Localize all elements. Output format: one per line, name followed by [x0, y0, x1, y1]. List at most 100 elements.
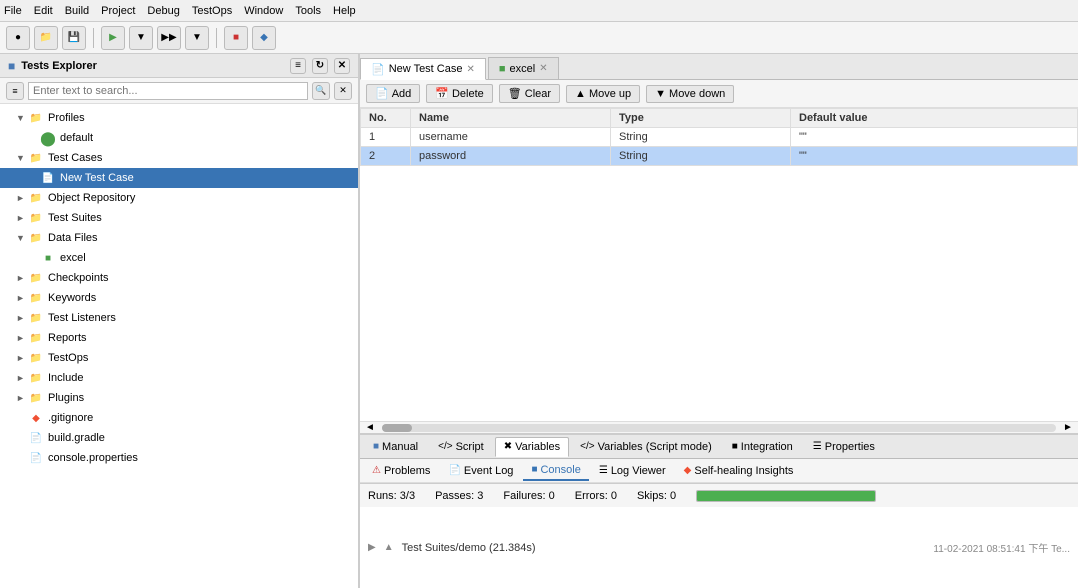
default-icon: ⬤ [40, 130, 56, 146]
menu-help[interactable]: Help [333, 5, 356, 17]
menu-debug[interactable]: Debug [147, 5, 179, 17]
tab-variables-script[interactable]: </> Variables (Script mode) [571, 437, 721, 457]
move-up-button[interactable]: ▲ Move up [566, 85, 640, 103]
cell-name: username [411, 128, 611, 147]
tab-script[interactable]: </> Script [429, 437, 493, 457]
tree-item-test-listeners[interactable]: ► 📁 Test Listeners [0, 308, 358, 328]
tree-item-console-properties[interactable]: 📄 console.properties [0, 448, 358, 468]
tree-item-gitignore[interactable]: ◆ .gitignore [0, 408, 358, 428]
test-cases-label: Test Cases [48, 152, 102, 164]
tree-item-testops[interactable]: ► 📁 TestOps [0, 348, 358, 368]
tree-item-plugins[interactable]: ► 📁 Plugins [0, 388, 358, 408]
build-gradle-icon: 📄 [28, 430, 44, 446]
test-listeners-label: Test Listeners [48, 312, 116, 324]
panel-close-btn[interactable]: ✕ [334, 58, 350, 74]
menu-window[interactable]: Window [244, 5, 283, 17]
bottom-panel: ■ Manual </> Script ✖ Variables </> Vari… [360, 433, 1078, 588]
tab-log-viewer[interactable]: ☰ Log Viewer [591, 462, 674, 480]
tab-excel[interactable]: ■ excel ✕ [488, 57, 559, 79]
menu-file[interactable]: File [4, 5, 22, 17]
tab-problems[interactable]: ⚠ Problems [364, 462, 438, 480]
tab-event-log[interactable]: 📄 Event Log [440, 462, 521, 480]
menu-build[interactable]: Build [65, 5, 89, 17]
tree-item-include[interactable]: ► 📁 Include [0, 368, 358, 388]
tree-item-reports[interactable]: ► 📁 Reports [0, 328, 358, 348]
keywords-arrow: ► [16, 293, 28, 303]
expand-all-btn[interactable]: ≡ [6, 82, 24, 100]
panel-sync-btn[interactable]: ↻ [312, 58, 328, 74]
tree-item-test-suites[interactable]: ► 📁 Test Suites [0, 208, 358, 228]
tab-new-test-case[interactable]: 📄 New Test Case ✕ [360, 58, 486, 80]
excel-label: excel [60, 252, 86, 264]
parameters-table-container: No. Name Type Default value 1 username S… [360, 108, 1078, 421]
tab-new-test-case-close[interactable]: ✕ [466, 64, 474, 75]
build-gradle-label: build.gradle [48, 432, 105, 444]
toolbar-debug[interactable]: ▶▶ [157, 26, 181, 50]
object-repository-arrow: ► [16, 193, 28, 203]
include-arrow: ► [16, 373, 28, 383]
tree-item-test-cases[interactable]: ▼ 📁 Test Cases [0, 148, 358, 168]
search-icon[interactable]: 🔍 [312, 82, 330, 100]
test-listeners-arrow: ► [16, 313, 28, 323]
tree-item-data-files[interactable]: ▼ 📁 Data Files [0, 228, 358, 248]
tab-integration[interactable]: ■ Integration [723, 437, 802, 457]
table-row[interactable]: 2 password String "" [361, 147, 1078, 166]
menu-tools[interactable]: Tools [295, 5, 321, 17]
move-up-icon: ▲ [575, 88, 586, 100]
scroll-right-btn[interactable]: ► [1058, 422, 1078, 433]
tree-item-excel[interactable]: ■ excel [0, 248, 358, 268]
tab-self-healing[interactable]: ◆ Self-healing Insights [676, 462, 802, 480]
move-down-button[interactable]: ▼ Move down [646, 85, 734, 103]
toolbar-debug-dropdown[interactable]: ▼ [185, 26, 209, 50]
tree-content: ▼ 📁 Profiles ⬤ default ▼ 📁 Test Cases 📄 … [0, 104, 358, 588]
test-cases-arrow: ▼ [16, 153, 28, 163]
skips-label: Skips: 0 [637, 490, 676, 502]
delete-button[interactable]: 📅 Delete [426, 84, 493, 103]
cell-no: 2 [361, 147, 411, 166]
keywords-folder-icon: 📁 [28, 290, 44, 306]
tab-properties[interactable]: ☰ Properties [804, 437, 884, 457]
h-scrollbar[interactable]: ◄ ► [360, 421, 1078, 433]
menu-testops[interactable]: TestOps [192, 5, 232, 17]
log-arrow: ▶ [368, 542, 376, 553]
search-input[interactable] [28, 82, 308, 100]
scroll-left-btn[interactable]: ◄ [360, 422, 380, 433]
clear-button[interactable]: 🗑 Clear [499, 84, 560, 103]
tab-manual[interactable]: ■ Manual [364, 437, 427, 457]
menu-project[interactable]: Project [101, 5, 135, 17]
tree-item-profiles[interactable]: ▼ 📁 Profiles [0, 108, 358, 128]
variables-script-label: Variables (Script mode) [598, 441, 712, 453]
menu-edit[interactable]: Edit [34, 5, 53, 17]
content-toolbar: 📄 Add 📅 Delete 🗑 Clear ▲ Move up ▼ Move … [360, 80, 1078, 108]
tree-item-new-test-case[interactable]: 📄 New Test Case [0, 168, 358, 188]
toolbar-save[interactable]: 💾 [62, 26, 86, 50]
tab-excel-close[interactable]: ✕ [539, 63, 547, 74]
tree-item-build-gradle[interactable]: 📄 build.gradle [0, 428, 358, 448]
properties-label: Properties [825, 441, 875, 453]
tree-item-default[interactable]: ⬤ default [0, 128, 358, 148]
tree-item-checkpoints[interactable]: ► 📁 Checkpoints [0, 268, 358, 288]
toolbar-stop[interactable]: ■ [224, 26, 248, 50]
tree-item-keywords[interactable]: ► 📁 Keywords [0, 288, 358, 308]
move-down-icon: ▼ [655, 88, 666, 100]
include-label: Include [48, 372, 83, 384]
tab-variables[interactable]: ✖ Variables [495, 437, 569, 457]
toolbar-run[interactable]: ▶ [101, 26, 125, 50]
panel-collapse-btn[interactable]: ≡ [290, 58, 306, 74]
toolbar-new[interactable]: ● [6, 26, 30, 50]
test-suites-arrow: ► [16, 213, 28, 223]
test-cases-folder-icon: 📁 [28, 150, 44, 166]
tab-bar: 📄 New Test Case ✕ ■ excel ✕ [360, 54, 1078, 80]
keywords-label: Keywords [48, 292, 96, 304]
toolbar-open[interactable]: 📁 [34, 26, 58, 50]
tab-console[interactable]: ■ Console [523, 461, 588, 481]
toolbar-run-dropdown[interactable]: ▼ [129, 26, 153, 50]
progress-bar [696, 490, 876, 502]
reports-label: Reports [48, 332, 87, 344]
tree-item-object-repository[interactable]: ► 📁 Object Repository [0, 188, 358, 208]
clear-search-btn[interactable]: ✕ [334, 82, 352, 100]
main-container: ■ Tests Explorer ≡ ↻ ✕ ≡ 🔍 ✕ ▼ 📁 Profile… [0, 54, 1078, 588]
add-button[interactable]: 📄 Add [366, 84, 420, 103]
toolbar-katalon-logo[interactable]: ◆ [252, 26, 276, 50]
table-row[interactable]: 1 username String "" [361, 128, 1078, 147]
